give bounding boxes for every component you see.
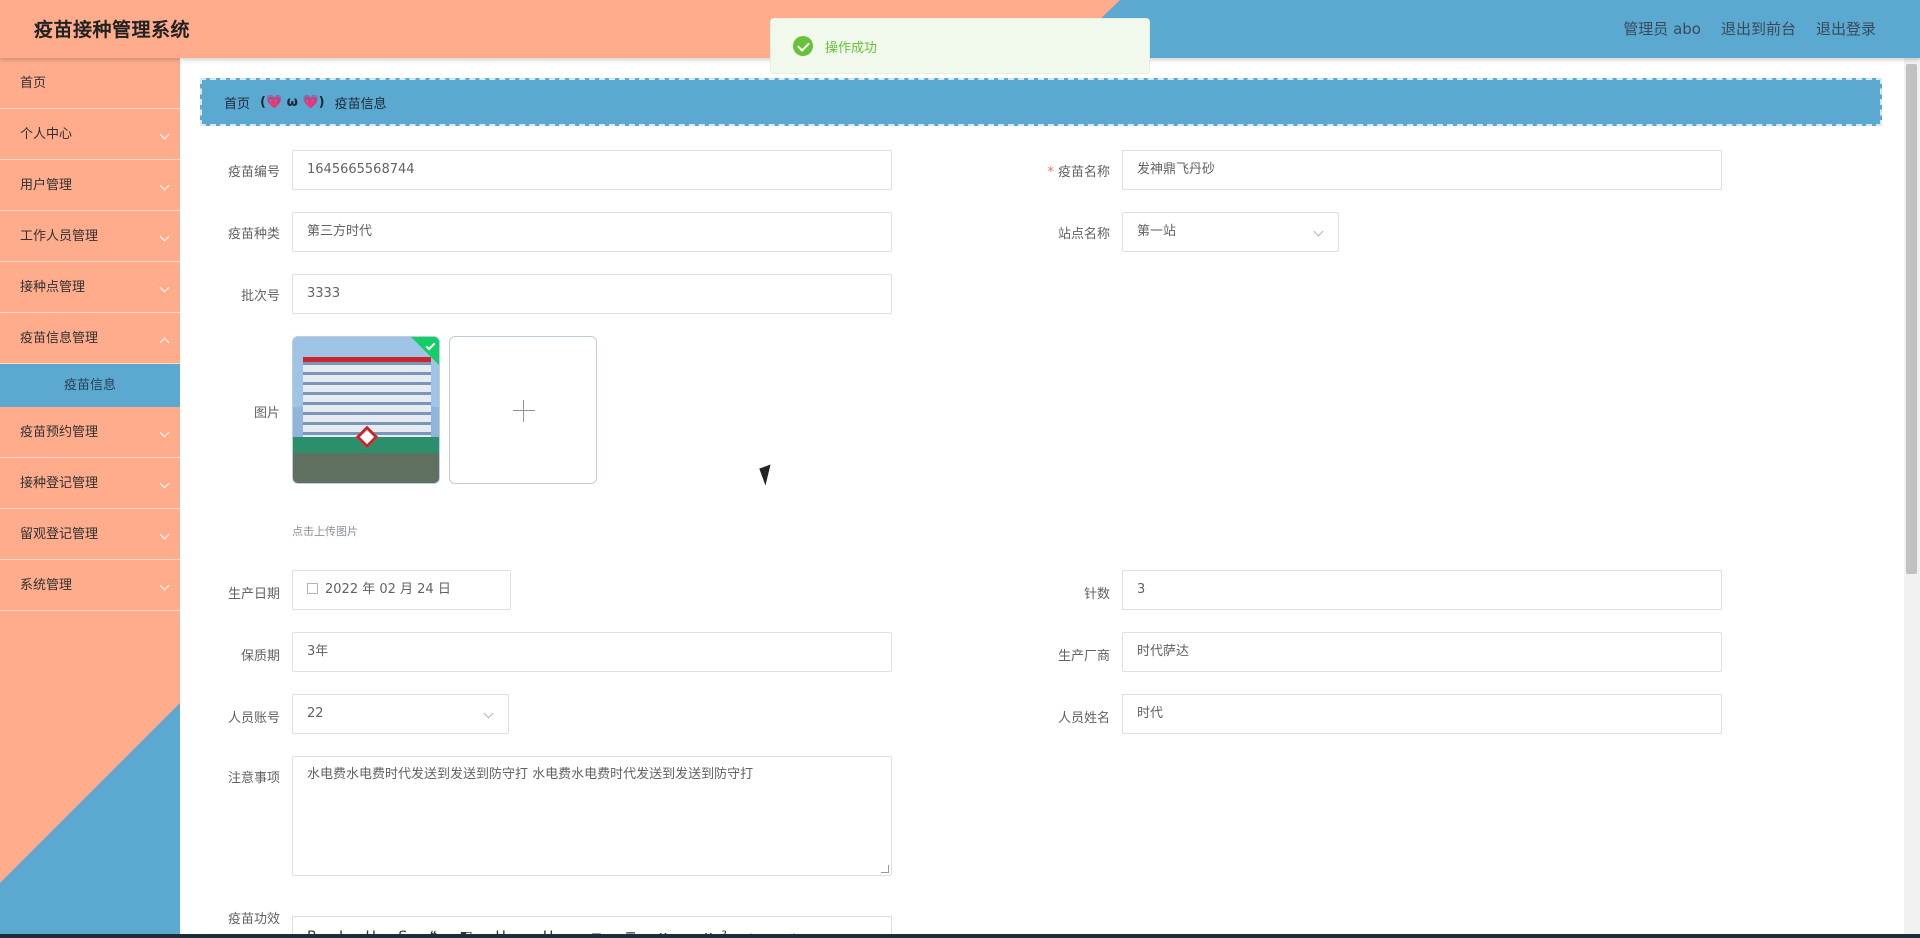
image-label: 图片 (253, 406, 280, 421)
production-date-label: 生产日期 (227, 587, 280, 602)
toast-message: 操作成功 (825, 40, 878, 56)
doses-label: 针数 (1083, 587, 1110, 602)
chevron-down-icon (483, 708, 494, 719)
sidebar-item-users[interactable]: 用户管理 (0, 160, 180, 211)
sidebar-item-vaccination-records[interactable]: 接种登记管理 (0, 458, 180, 509)
chevron-down-icon (159, 282, 170, 293)
station-name-select[interactable]: 第一站 (1122, 212, 1339, 252)
vaccine-type-label: 疫苗种类 (227, 227, 280, 242)
uploaded-image-thumbnail[interactable] (292, 336, 440, 484)
sidebar-menu: 首页 个人中心 用户管理 工作人员管理 接种点管理 疫苗信息管理 疫苗信息 疫苗… (0, 58, 180, 611)
sidebar-item-observation-records[interactable]: 留观登记管理 (0, 509, 180, 560)
mouse-cursor-icon (759, 464, 777, 486)
vaccine-code-label: 疫苗编号 (227, 165, 280, 180)
batch-number-label: 批次号 (240, 289, 280, 304)
photo-ground (293, 453, 439, 483)
manufacturer-input[interactable]: 时代萨达 (1122, 632, 1722, 672)
notes-label: 注意事项 (227, 771, 280, 786)
shelf-life-input[interactable]: 3年 (292, 632, 892, 672)
sidebar-item-staff[interactable]: 工作人员管理 (0, 211, 180, 262)
success-check-icon (793, 36, 813, 56)
breadcrumb: 首页 (💗 ω 💗) 疫苗信息 (200, 78, 1882, 126)
sidebar-item-label: 疫苗信息管理 (20, 331, 99, 346)
app-root: 疫苗接种管理系统 管理员 abo 退出到前台 退出登录 操作成功 首页 个人中心… (0, 0, 1920, 938)
resize-handle-icon[interactable] (881, 865, 889, 873)
page-scrollbar-thumb[interactable] (1906, 64, 1917, 574)
staff-account-value: 22 (307, 706, 324, 721)
notes-textarea[interactable]: 水电费水电费时代发送到发送到防守打 水电费水电费时代发送到发送到防守打 (292, 756, 892, 876)
shelf-life-label: 保质期 (240, 649, 280, 664)
sidebar-item-sites[interactable]: 接种点管理 (0, 262, 180, 313)
image-upload-button[interactable] (449, 336, 597, 484)
staff-name-input[interactable]: 时代 (1122, 694, 1722, 734)
vaccine-name-label-text: 疫苗名称 (1057, 165, 1110, 180)
sidebar-item-system[interactable]: 系统管理 (0, 560, 180, 611)
sidebar-item-label: 接种登记管理 (20, 476, 99, 491)
sidebar-item-label: 留观登记管理 (20, 527, 99, 542)
plus-icon (513, 410, 535, 411)
sidebar-item-label: 用户管理 (20, 178, 73, 193)
staff-account-select[interactable]: 22 (292, 694, 509, 734)
sidebar-item-label: 疫苗预约管理 (20, 425, 99, 440)
sidebar-subitem-vaccine-info[interactable]: 疫苗信息 (0, 364, 180, 407)
vaccine-code-input[interactable]: 1645665568744 (292, 150, 892, 190)
admin-user-label: 管理员 abo (1623, 20, 1701, 38)
chevron-up-icon (159, 337, 170, 348)
vaccine-name-label: * 疫苗名称 (1030, 161, 1110, 180)
required-asterisk: * (1047, 165, 1054, 180)
chevron-down-icon (159, 580, 170, 591)
sidebar: 首页 个人中心 用户管理 工作人员管理 接种点管理 疫苗信息管理 疫苗信息 疫苗… (0, 58, 180, 938)
sidebar-item-appointments[interactable]: 疫苗预约管理 (0, 407, 180, 458)
staff-account-label: 人员账号 (227, 711, 280, 726)
vaccine-effect-label: 疫苗功效 (227, 912, 280, 927)
chevron-down-icon (159, 478, 170, 489)
chevron-down-icon (159, 529, 170, 540)
station-name-label: 站点名称 (1057, 227, 1110, 242)
chevron-down-icon (159, 231, 170, 242)
vaccine-type-input[interactable]: 第三方时代 (292, 212, 892, 252)
bottom-edge (0, 934, 1920, 938)
production-date-picker[interactable]: 2022 年 02 月 24 日 (292, 570, 511, 610)
exit-to-front-link[interactable]: 退出到前台 (1721, 18, 1796, 39)
sidebar-item-label: 工作人员管理 (20, 229, 99, 244)
breadcrumb-current: 疫苗信息 (334, 96, 387, 112)
notes-text: 水电费水电费时代发送到发送到防守打 水电费水电费时代发送到发送到防守打 (307, 767, 754, 782)
sidebar-item-home[interactable]: 首页 (0, 58, 180, 109)
sidebar-item-label: 个人中心 (20, 127, 73, 142)
staff-name-label: 人员姓名 (1057, 711, 1110, 726)
doses-input[interactable]: 3 (1122, 570, 1722, 610)
production-date-value: 2022 年 02 月 24 日 (325, 582, 451, 597)
chevron-down-icon (1313, 226, 1324, 237)
app-title: 疫苗接种管理系统 (34, 19, 191, 41)
sidebar-item-label: 首页 (20, 76, 47, 91)
manufacturer-label: 生产厂商 (1057, 649, 1110, 664)
header-links: 管理员 abo 退出到前台 退出登录 (1623, 18, 1876, 39)
success-toast: 操作成功 (770, 18, 1150, 74)
batch-number-input[interactable]: 3333 (292, 274, 892, 314)
sidebar-item-profile[interactable]: 个人中心 (0, 109, 180, 160)
logout-link[interactable]: 退出登录 (1816, 18, 1876, 39)
plus-icon-vertical (523, 400, 524, 422)
breadcrumb-separator: (💗 ω 💗) (260, 94, 325, 110)
upload-hint: 点击上传图片 (292, 525, 358, 538)
chevron-down-icon (159, 129, 170, 140)
station-name-value: 第一站 (1137, 224, 1177, 239)
chevron-down-icon (159, 180, 170, 191)
calendar-icon (307, 583, 318, 594)
chevron-down-icon (159, 427, 170, 438)
sidebar-item-vaccine-info-mgmt[interactable]: 疫苗信息管理 (0, 313, 180, 364)
vaccine-name-input[interactable]: 发神鼎飞丹砂 (1122, 150, 1722, 190)
sidebar-item-label: 接种点管理 (20, 280, 86, 295)
sidebar-item-label: 系统管理 (20, 578, 73, 593)
breadcrumb-home[interactable]: 首页 (224, 93, 250, 112)
